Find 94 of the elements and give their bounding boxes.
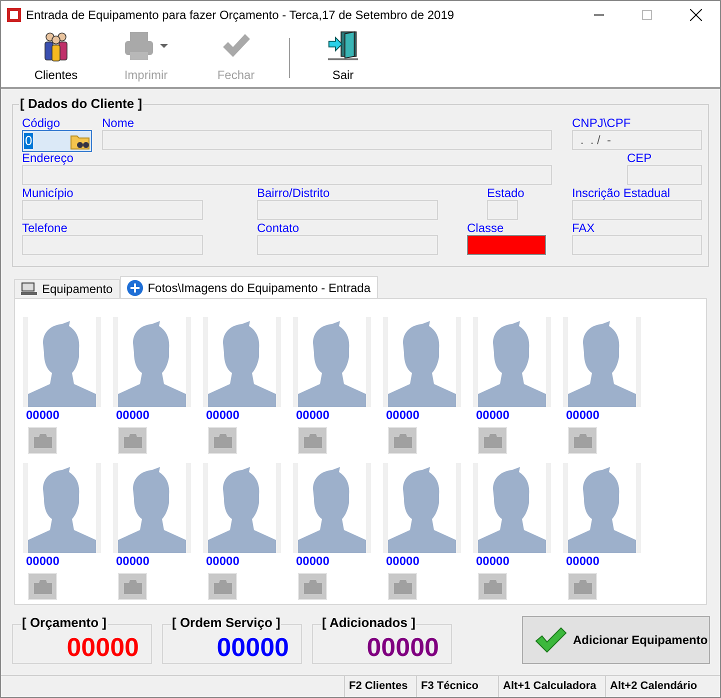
photo-code: 00000 (476, 408, 510, 422)
photo-code: 00000 (206, 408, 240, 422)
field-label: Município (22, 186, 74, 200)
camera-icon (392, 432, 412, 448)
photo-code: 00000 (476, 554, 510, 568)
photo-code: 00000 (566, 408, 600, 422)
text-field[interactable] (572, 235, 702, 255)
photo-code: 00000 (566, 554, 600, 568)
close-icon[interactable] (690, 8, 702, 20)
camera-button[interactable] (118, 427, 147, 454)
text-field[interactable] (22, 235, 203, 255)
camera-button[interactable] (388, 427, 417, 454)
counter-title: [ Orçamento ] (21, 615, 108, 631)
camera-icon (212, 578, 232, 594)
tab[interactable]: Equipamento (14, 279, 120, 298)
add-equipment-button[interactable]: Adicionar Equipamento (522, 616, 710, 664)
camera-icon (392, 578, 412, 594)
counter-title: [ Adicionados ] (321, 615, 416, 631)
text-field[interactable] (257, 200, 438, 220)
photo-code: 00000 (26, 408, 60, 422)
camera-button[interactable] (118, 573, 147, 600)
camera-icon (212, 432, 232, 448)
field-label: Inscrição Estadual (572, 186, 670, 200)
status-item: F2 Clientes (344, 676, 416, 697)
plus-circle-icon (126, 280, 143, 296)
camera-button[interactable] (28, 427, 57, 454)
field-value: . . / - (579, 133, 612, 147)
photo-code: 00000 (26, 554, 60, 568)
checkmark-icon (535, 627, 567, 653)
photo-code: 00000 (116, 408, 150, 422)
toolbar-button[interactable]: Clientes (11, 30, 101, 86)
field-label: Nome (102, 116, 134, 130)
code-field[interactable]: 0 (22, 130, 92, 152)
field-label: FAX (572, 221, 595, 235)
camera-button[interactable] (568, 427, 597, 454)
camera-icon (122, 432, 142, 448)
camera-button[interactable] (388, 573, 417, 600)
camera-button[interactable] (298, 573, 327, 600)
field-label: CNPJ\CPF (572, 116, 631, 130)
app-icon (7, 8, 21, 22)
camera-button[interactable] (208, 573, 237, 600)
field-label: CEP (627, 151, 652, 165)
group-title: [ Dados do Cliente ] (19, 96, 144, 112)
text-field[interactable] (22, 200, 203, 220)
camera-icon (122, 578, 142, 594)
camera-button[interactable] (28, 573, 57, 600)
camera-button[interactable] (568, 573, 597, 600)
text-field[interactable] (627, 165, 702, 185)
toolbar-button[interactable]: Sair (298, 30, 388, 86)
tab[interactable]: Fotos\Imagens do Equipamento - Entrada (120, 276, 378, 298)
field-label: Endereço (22, 151, 74, 165)
counter-value: 00000 (216, 633, 289, 661)
text-field[interactable]: . . / - (572, 130, 702, 150)
camera-icon (302, 578, 322, 594)
camera-button[interactable] (478, 427, 507, 454)
field-label: Bairro/Distrito (257, 186, 330, 200)
maximize-icon[interactable] (642, 10, 652, 20)
exit-door-icon (325, 30, 361, 62)
camera-button[interactable] (298, 427, 327, 454)
field-label: Contato (257, 221, 300, 235)
status-item: Alt+1 Calculadora (498, 676, 605, 697)
photo-code: 00000 (206, 554, 240, 568)
field-label: Telefone (22, 221, 68, 235)
text-field[interactable] (572, 200, 702, 220)
camera-icon (572, 432, 592, 448)
camera-icon (302, 432, 322, 448)
camera-button[interactable] (478, 573, 507, 600)
photo-code: 00000 (386, 554, 420, 568)
counter-value: 00000 (66, 633, 139, 661)
field-label: Código (22, 116, 60, 130)
camera-icon (32, 578, 52, 594)
camera-icon (32, 432, 52, 448)
window-title: Entrada de Equipamento para fazer Orçamento - Terca,17 de Setembro de 2019 (26, 6, 454, 24)
camera-icon (482, 578, 502, 594)
photo-code: 00000 (296, 408, 330, 422)
photo-code: 00000 (116, 554, 150, 568)
status-item: F3 Técnico (416, 676, 498, 697)
camera-icon (572, 578, 592, 594)
counter-value: 00000 (366, 633, 439, 661)
field-value: 0 (24, 133, 34, 149)
computer-icon (21, 282, 37, 296)
class-color-field[interactable] (467, 235, 546, 255)
field-label: Classe (467, 221, 504, 235)
text-field[interactable] (102, 130, 552, 150)
text-field[interactable] (487, 200, 518, 220)
camera-button[interactable] (208, 427, 237, 454)
text-field[interactable] (257, 235, 438, 255)
photo-code: 00000 (296, 554, 330, 568)
field-label: Estado (487, 186, 524, 200)
photo-code: 00000 (386, 408, 420, 422)
status-item: Alt+2 Calendário (605, 676, 720, 697)
camera-icon (482, 432, 502, 448)
counter-title: [ Ordem Serviço ] (171, 615, 282, 631)
text-field[interactable] (22, 165, 552, 185)
